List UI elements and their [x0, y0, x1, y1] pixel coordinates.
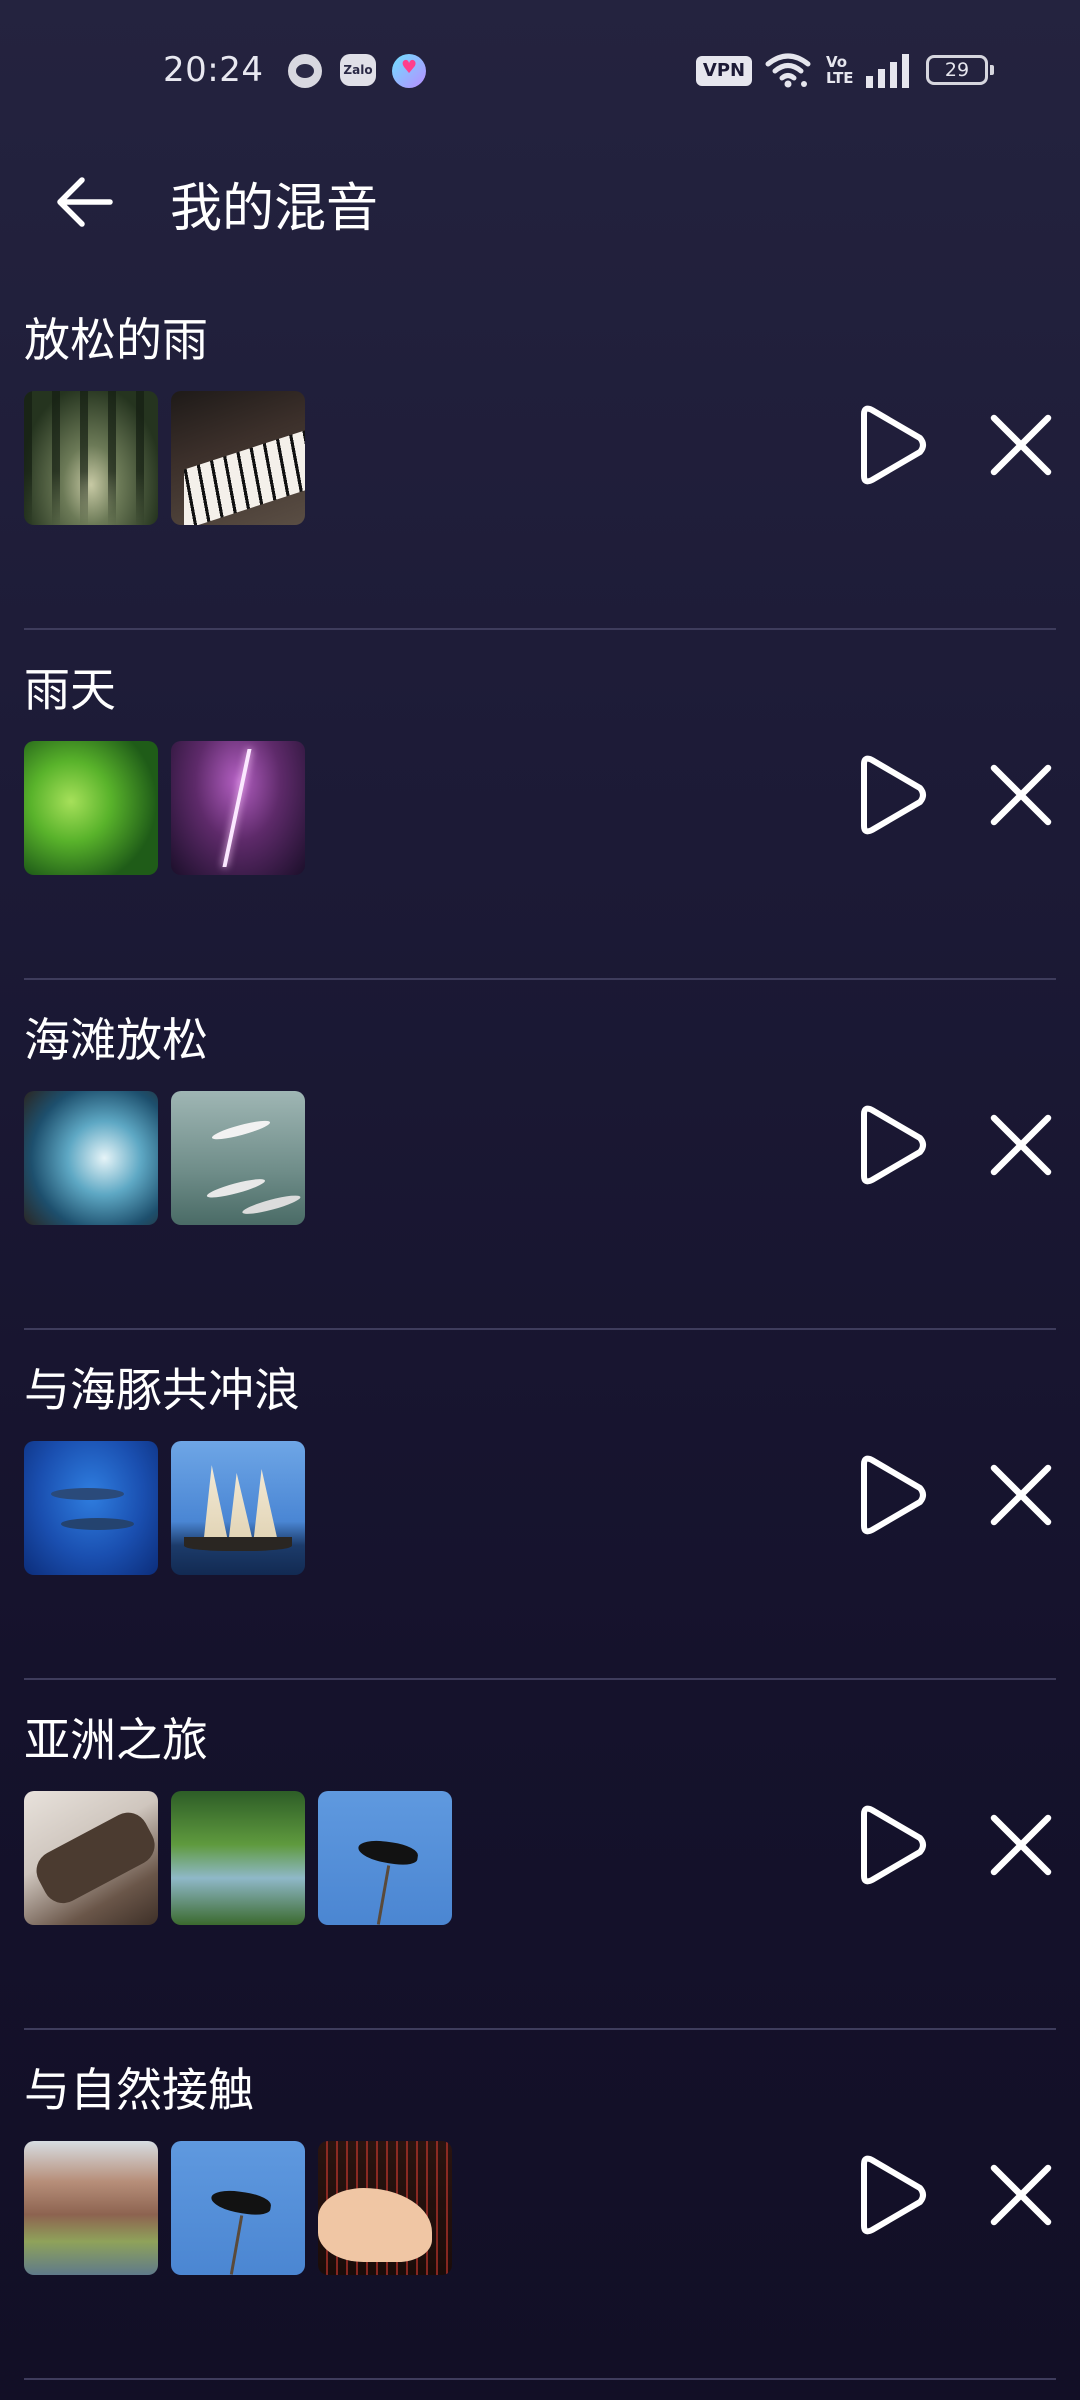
mix-item[interactable]: 与海豚共冲浪 [0, 1330, 1080, 1680]
signal-icon [866, 54, 909, 88]
play-button[interactable] [852, 400, 932, 490]
mix-thumbnails [24, 391, 305, 525]
mix-name: 海滩放松 [24, 1013, 208, 1067]
mix-name: 放松的雨 [24, 313, 208, 367]
mix-list: 放松的雨 雨天 海滩放松 与海豚共冲浪 亚洲之旅 与自然接触 [0, 280, 1080, 2380]
harp-hands-thumbnail [318, 2141, 452, 2275]
mix-name: 亚洲之旅 [24, 1713, 208, 1767]
piano-thumbnail [171, 391, 305, 525]
volte-label-top: Vo [826, 53, 848, 71]
volte-label-bottom: LTE [826, 69, 854, 87]
mix-item[interactable]: 亚洲之旅 [0, 1680, 1080, 2030]
remove-button[interactable] [980, 750, 1062, 840]
dolphins-thumbnail [24, 1441, 158, 1575]
play-button[interactable] [852, 1800, 932, 1890]
mix-thumbnails [24, 1791, 452, 1925]
heart-app-icon [392, 54, 426, 88]
mix-item[interactable]: 雨天 [0, 630, 1080, 980]
play-button[interactable] [852, 2150, 932, 2240]
cat-app-icon [288, 54, 322, 88]
volte-icon: Vo LTE [826, 54, 854, 86]
mix-item[interactable]: 与自然接触 [0, 2030, 1080, 2380]
page-title: 我的混音 [170, 179, 379, 239]
arrow-left-icon [57, 177, 113, 227]
status-bar: 20:24 Zalo VPN Vo LTE 29 [0, 0, 1080, 140]
remove-button[interactable] [980, 1100, 1062, 1190]
blackbird-thumbnail [171, 2141, 305, 2275]
blackbird-thumbnail [318, 1791, 452, 1925]
forest-stream-thumbnail [171, 1791, 305, 1925]
status-time: 20:24 [163, 50, 264, 90]
mix-thumbnails [24, 1091, 305, 1225]
app-header: 我的混音 [0, 150, 1080, 250]
back-button[interactable] [44, 168, 124, 236]
zalo-icon: Zalo [340, 54, 376, 86]
divider [24, 2378, 1056, 2380]
remove-button[interactable] [980, 1800, 1062, 1890]
battery-icon: 29 [926, 55, 994, 85]
canyon-river-thumbnail [24, 2141, 158, 2275]
green-leaves-rain-thumbnail [24, 741, 158, 875]
forest-path-thumbnail [24, 391, 158, 525]
sailing-ship-thumbnail [171, 1441, 305, 1575]
remove-button[interactable] [980, 1450, 1062, 1540]
mix-thumbnails [24, 1441, 305, 1575]
play-button[interactable] [852, 1450, 932, 1540]
zither-thumbnail [24, 1791, 158, 1925]
mix-item[interactable]: 海滩放松 [0, 980, 1080, 1330]
lightning-thumbnail [171, 741, 305, 875]
remove-button[interactable] [980, 400, 1062, 490]
mix-name: 雨天 [24, 663, 116, 717]
seagulls-thumbnail [171, 1091, 305, 1225]
remove-button[interactable] [980, 2150, 1062, 2240]
mix-item[interactable]: 放松的雨 [0, 280, 1080, 630]
mix-thumbnails [24, 741, 305, 875]
play-button[interactable] [852, 1100, 932, 1190]
mix-name: 与海豚共冲浪 [24, 1363, 300, 1417]
crashing-waves-thumbnail [24, 1091, 158, 1225]
play-button[interactable] [852, 750, 932, 840]
mix-thumbnails [24, 2141, 452, 2275]
wifi-icon [765, 53, 811, 88]
mix-name: 与自然接触 [24, 2063, 254, 2117]
vpn-icon: VPN [696, 56, 752, 86]
